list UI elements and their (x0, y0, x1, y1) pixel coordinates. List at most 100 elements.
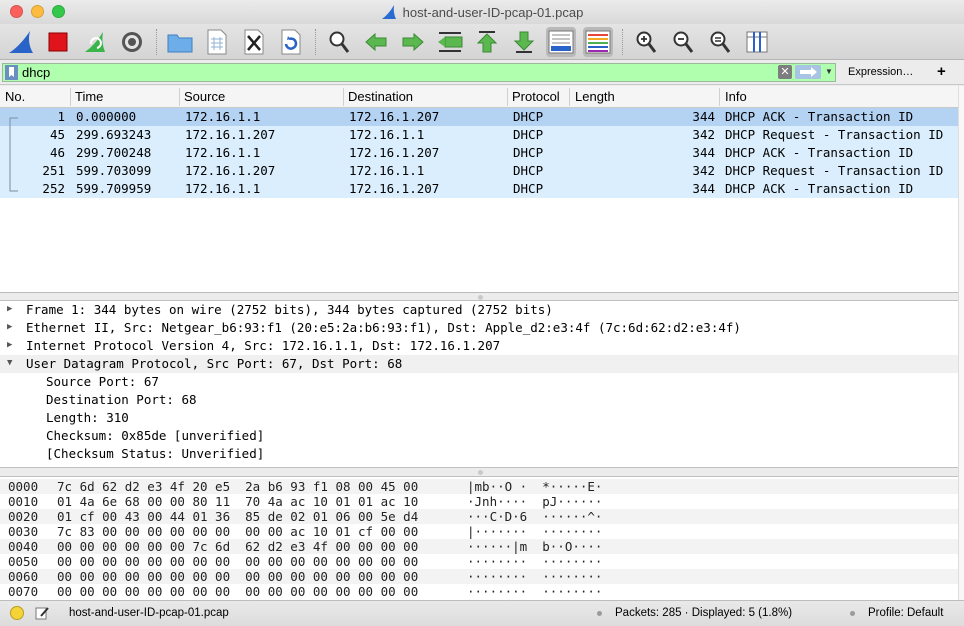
bytes-ascii[interactable]: ········ ········ (467, 554, 602, 569)
detail-row-ipv4[interactable]: ▶ Internet Protocol Version 4, Src: 172.… (0, 337, 958, 355)
detail-row-frame[interactable]: ▶ Frame 1: 344 bytes on wire (2752 bits)… (0, 301, 958, 319)
save-file-button[interactable] (202, 27, 232, 57)
capture-options-button[interactable] (117, 27, 147, 57)
colorize-button[interactable] (583, 26, 613, 57)
packet-details-pane: ▶ Frame 1: 344 bytes on wire (2752 bits)… (0, 300, 958, 468)
add-filter-button[interactable]: + (937, 63, 946, 80)
go-last-button[interactable] (509, 27, 539, 57)
bookmark-icon[interactable] (5, 65, 18, 80)
bytes-hex[interactable]: 01 4a 6e 68 00 00 80 11 70 4a ac 10 01 0… (57, 494, 418, 509)
save-file-icon (207, 29, 227, 54)
column-time[interactable]: Time (75, 89, 103, 104)
autoscroll-button[interactable] (546, 26, 576, 57)
detail-text: User Datagram Protocol, Src Port: 67, Ds… (26, 356, 403, 371)
packet-protocol: DHCP (513, 163, 544, 178)
start-capture-button[interactable] (6, 27, 36, 57)
go-to-packet-button[interactable] (435, 27, 465, 57)
display-filter-bar: ✕ ▼ Expression… + (0, 61, 964, 85)
go-to-packet-icon (438, 31, 463, 52)
pane-splitter-handle[interactable] (478, 470, 483, 475)
window-controls (10, 5, 65, 18)
clear-filter-button[interactable]: ✕ (778, 65, 792, 79)
packet-row[interactable]: 1 0.000000 172.16.1.1 172.16.1.207 DHCP … (0, 108, 958, 126)
restart-capture-button[interactable] (80, 27, 110, 57)
detail-text: Length: 310 (46, 410, 129, 425)
bytes-hex[interactable]: 01 cf 00 43 00 44 01 36 85 de 02 01 06 0… (57, 509, 418, 524)
bytes-row: 0040 00 00 00 00 00 00 7c 6d 62 d2 e3 4f… (0, 539, 958, 554)
column-info[interactable]: Info (725, 89, 747, 104)
zoom-out-button[interactable] (668, 27, 698, 57)
detail-row-udp[interactable]: ▼ User Datagram Protocol, Src Port: 67, … (0, 355, 958, 373)
packet-row[interactable]: 252 599.709959 172.16.1.1 172.16.1.207 D… (0, 180, 958, 198)
shark-fin-start-icon (9, 30, 33, 53)
open-file-button[interactable] (165, 27, 195, 57)
go-back-button[interactable] (361, 27, 391, 57)
close-file-button[interactable] (239, 27, 269, 57)
column-destination[interactable]: Destination (348, 89, 413, 104)
capture-comment-icon[interactable] (34, 605, 50, 624)
display-filter-box: ✕ ▼ (2, 63, 836, 82)
bytes-hex[interactable]: 00 00 00 00 00 00 00 00 00 00 00 00 00 0… (57, 554, 418, 569)
packet-source: 172.16.1.207 (185, 163, 276, 178)
bytes-ascii[interactable]: |······· ········ (467, 524, 602, 539)
zoom-in-button[interactable] (631, 27, 661, 57)
capture-options-gear-icon (122, 31, 142, 52)
bytes-row: 0070 00 00 00 00 00 00 00 00 00 00 00 00… (0, 584, 958, 599)
collapse-arrow-icon[interactable]: ▼ (7, 358, 12, 368)
zoom-window-button[interactable] (52, 5, 65, 18)
bytes-ascii[interactable]: ········ ········ (467, 569, 602, 584)
column-protocol[interactable]: Protocol (512, 89, 560, 104)
bytes-hex[interactable]: 7c 83 00 00 00 00 00 00 00 00 ac 10 01 c… (57, 524, 418, 539)
find-packet-button[interactable] (324, 27, 354, 57)
detail-text: [Checksum Status: Unverified] (46, 446, 265, 461)
bytes-hex[interactable]: 00 00 00 00 00 00 00 00 00 00 00 00 00 0… (57, 569, 418, 584)
bytes-offset: 0000 (8, 479, 39, 494)
packet-row[interactable]: 45 299.693243 172.16.1.207 172.16.1.1 DH… (0, 126, 958, 144)
packet-row[interactable]: 46 299.700248 172.16.1.1 172.16.1.207 DH… (0, 144, 958, 162)
go-forward-button[interactable] (398, 27, 428, 57)
detail-row-destination-port[interactable]: Destination Port: 68 (0, 391, 958, 409)
packet-destination: 172.16.1.207 (349, 145, 440, 160)
bytes-hex[interactable]: 00 00 00 00 00 00 00 00 00 00 00 00 00 0… (57, 584, 418, 599)
stop-capture-button[interactable] (43, 27, 73, 57)
packet-protocol: DHCP (513, 181, 544, 196)
bytes-hex[interactable]: 7c 6d 62 d2 e3 4f 20 e5 2a b6 93 f1 08 0… (57, 479, 418, 494)
bytes-ascii[interactable]: |mb··O · *·····E· (467, 479, 602, 494)
close-window-button[interactable] (10, 5, 23, 18)
detail-row-checksum[interactable]: Checksum: 0x85de [unverified] (0, 427, 958, 445)
expand-arrow-icon[interactable]: ▶ (7, 304, 12, 314)
packet-list: No. Time Source Destination Protocol Len… (0, 86, 958, 293)
detail-row-checksum-status[interactable]: [Checksum Status: Unverified] (0, 445, 958, 463)
packet-row[interactable]: 251 599.703099 172.16.1.207 172.16.1.1 D… (0, 162, 958, 180)
filter-history-dropdown[interactable]: ▼ (825, 65, 835, 79)
detail-row-length[interactable]: Length: 310 (0, 409, 958, 427)
packet-info: DHCP Request - Transaction ID (725, 127, 944, 142)
bytes-ascii[interactable]: ···C·D·6 ······^· (467, 509, 602, 524)
normal-size-button[interactable] (705, 27, 735, 57)
apply-filter-button[interactable] (795, 65, 821, 79)
packet-length: 344 (692, 181, 715, 196)
bytes-row: 0020 01 cf 00 43 00 44 01 36 85 de 02 01… (0, 509, 958, 524)
column-no[interactable]: No. (5, 89, 25, 104)
bytes-hex[interactable]: 00 00 00 00 00 00 7c 6d 62 d2 e3 4f 00 0… (57, 539, 418, 554)
bytes-ascii[interactable]: ······|m b··O···· (467, 539, 602, 554)
detail-row-source-port[interactable]: Source Port: 67 (0, 373, 958, 391)
column-length[interactable]: Length (575, 89, 615, 104)
bytes-ascii[interactable]: ········ ········ (467, 584, 602, 599)
expert-info-icon[interactable] (10, 606, 24, 620)
display-filter-input[interactable] (22, 64, 772, 81)
go-first-button[interactable] (472, 27, 502, 57)
column-source[interactable]: Source (184, 89, 225, 104)
expand-arrow-icon[interactable]: ▶ (7, 322, 12, 332)
status-profile[interactable]: Profile: Default (868, 607, 943, 619)
detail-row-ethernet[interactable]: ▶ Ethernet II, Src: Netgear_b6:93:f1 (20… (0, 319, 958, 337)
minimize-window-button[interactable] (31, 5, 44, 18)
bytes-ascii[interactable]: ·Jnh···· pJ······ (467, 494, 602, 509)
go-first-icon (476, 30, 498, 52)
expand-arrow-icon[interactable]: ▶ (7, 340, 12, 350)
reload-file-button[interactable] (276, 27, 306, 57)
reload-icon (281, 29, 301, 54)
vertical-scrollbar[interactable] (958, 86, 964, 600)
expression-button[interactable]: Expression… (848, 66, 913, 78)
resize-columns-button[interactable] (742, 27, 772, 57)
